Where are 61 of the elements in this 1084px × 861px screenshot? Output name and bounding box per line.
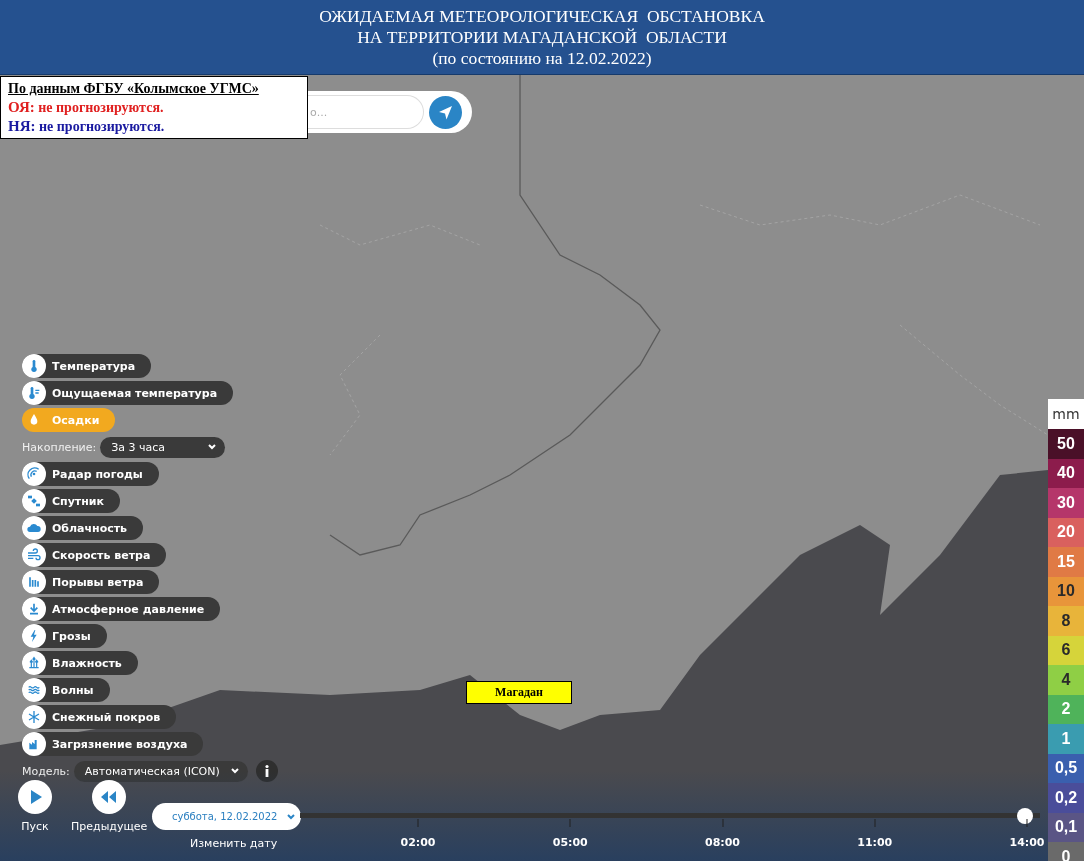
layer-button[interactable]: Температура: [22, 354, 152, 378]
time-tick-label: 08:00: [705, 836, 740, 849]
layer-button[interactable]: Снежный покров: [22, 705, 177, 729]
layer-button[interactable]: Грозы: [22, 624, 107, 648]
change-date-label: Изменить дату: [190, 837, 278, 850]
layer-button[interactable]: Влажность: [22, 651, 138, 675]
snowflake-icon: [26, 709, 42, 725]
legend-swatch: 0,1: [1048, 812, 1084, 842]
legend-swatch: 4: [1048, 665, 1084, 695]
legend-unit: mm: [1048, 399, 1084, 429]
bars-icon: [26, 574, 42, 590]
play-icon[interactable]: [18, 780, 52, 814]
date-picker[interactable]: суббота, 12.02.2022: [152, 803, 301, 830]
time-tick-label: 14:00: [1009, 836, 1045, 849]
layer-button[interactable]: Скорость ветра: [22, 543, 167, 567]
time-tick-label: 11:00: [857, 836, 893, 849]
chevron-down-icon: [207, 442, 218, 452]
info-icon[interactable]: [255, 760, 278, 782]
control-label: Пуск: [21, 820, 49, 833]
layer-button[interactable]: Спутник: [22, 489, 120, 513]
legend-swatch: 2: [1048, 694, 1084, 724]
wind-icon: [26, 547, 42, 563]
time-tick-label: 05:00: [552, 836, 588, 849]
header-title-line: (по состоянию на 12.02.2022): [432, 47, 652, 69]
dropdown-label: Накопление:: [22, 440, 97, 454]
layer-button[interactable]: Облачность: [22, 516, 144, 540]
forecast-note: ОЯ: не прогнозируются.: [8, 98, 165, 117]
legend-swatch: 8: [1048, 606, 1084, 636]
legend-swatch: 0: [1048, 842, 1084, 861]
layer-button[interactable]: Загрязнение воздуха: [22, 732, 204, 756]
legend-swatch: 30: [1048, 488, 1084, 518]
chevron-down-icon: [286, 811, 296, 822]
dropdown-label: Модель:: [22, 764, 70, 778]
layer-button[interactable]: Волны: [22, 678, 110, 702]
thermometer-icon: [26, 385, 42, 401]
forecast-note: НЯ: не прогнозируются.: [8, 117, 166, 136]
layer-button[interactable]: Ощущаемая температура: [22, 381, 234, 405]
satellite-icon: [26, 493, 42, 509]
source-text: По данным ФГБУ «Колымское УГМС»: [8, 80, 260, 98]
chevron-down-icon: [229, 766, 240, 776]
time-tick-label: 02:00: [400, 836, 436, 849]
rewind-icon[interactable]: [92, 780, 127, 814]
layer-button[interactable]: Порывы ветра: [22, 570, 160, 594]
steam-icon: [26, 655, 42, 671]
legend-swatch: 1: [1048, 724, 1084, 754]
legend-swatch: 15: [1048, 547, 1084, 577]
city-label: Магадан: [466, 681, 572, 704]
legend-swatch: 0,5: [1048, 753, 1084, 783]
layer-button[interactable]: Радар погоды: [22, 462, 159, 486]
legend-swatch: 20: [1048, 517, 1084, 547]
legend-swatch: 50: [1048, 429, 1084, 459]
header-title-line: ОЖИДАЕМАЯ МЕТЕОРОЛОГИЧЕСКАЯ ОБСТАНОВКА: [319, 5, 765, 27]
legend-swatch: 6: [1048, 635, 1084, 665]
header-title-line: НА ТЕРРИТОРИИ МАГАДАНСКОЙ ОБЛАСТИ: [357, 26, 727, 48]
legend-swatch: 40: [1048, 458, 1084, 488]
legend-swatch: 10: [1048, 576, 1084, 606]
control-label: Предыдущее: [71, 820, 148, 833]
search-field[interactable]: о...: [308, 95, 424, 129]
layer-button[interactable]: Атмосферное давление: [22, 597, 221, 621]
legend-swatch: 0,2: [1048, 783, 1084, 813]
radar-icon: [26, 466, 42, 482]
